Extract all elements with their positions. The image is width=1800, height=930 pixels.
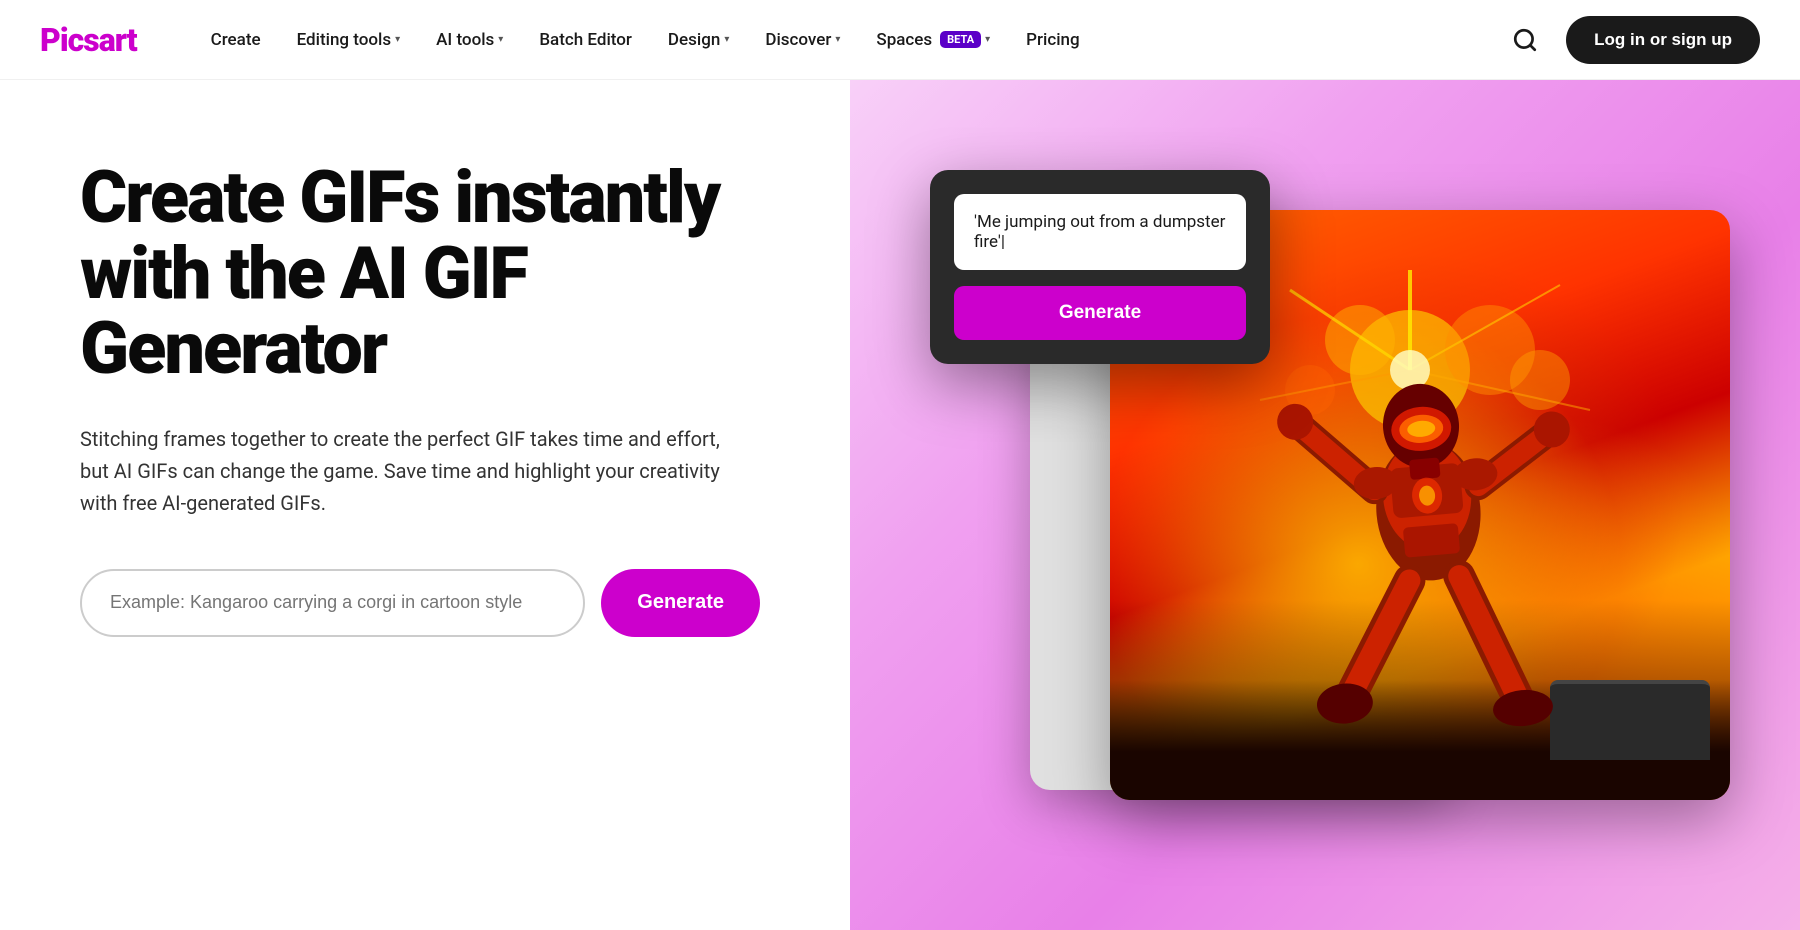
nav-item-pricing[interactable]: Pricing — [1012, 22, 1094, 58]
ai-dialog-card: 'Me jumping out from a dumpster fire'| G… — [930, 170, 1270, 364]
nav-label-discover: Discover — [765, 30, 831, 50]
generate-row: Generate — [80, 569, 760, 637]
nav-label-ai-tools: AI tools — [436, 30, 494, 50]
nav-label-pricing: Pricing — [1026, 30, 1080, 50]
login-button[interactable]: Log in or sign up — [1566, 16, 1760, 64]
navbar: Picsart Create Editing tools ▾ AI tools … — [0, 0, 1800, 80]
ai-generate-button[interactable]: Generate — [954, 286, 1246, 340]
search-button[interactable] — [1504, 19, 1546, 61]
generate-button[interactable]: Generate — [601, 569, 760, 637]
right-panel: 'Me jumping out from a dumpster fire'| G… — [850, 80, 1800, 930]
hero-title: Create GIFs instantly with the AI GIF Ge… — [80, 160, 770, 387]
nav-label-batch-editor: Batch Editor — [539, 30, 632, 50]
nav-item-ai-tools[interactable]: AI tools ▾ — [422, 22, 517, 58]
nav-label-create: Create — [211, 30, 261, 50]
picsart-logo[interactable]: Picsart — [40, 21, 137, 59]
main-content: Create GIFs instantly with the AI GIF Ge… — [0, 80, 1800, 930]
nav-label-spaces: Spaces — [876, 30, 932, 50]
nav-item-design[interactable]: Design ▾ — [654, 22, 743, 58]
chevron-down-icon: ▾ — [835, 34, 840, 45]
chevron-down-icon: ▾ — [985, 34, 990, 45]
hero-subtitle: Stitching frames together to create the … — [80, 423, 750, 519]
nav-label-editing-tools: Editing tools — [297, 30, 392, 50]
nav-item-create[interactable]: Create — [197, 22, 275, 58]
nav-item-batch-editor[interactable]: Batch Editor — [525, 22, 646, 58]
search-icon — [1512, 27, 1538, 53]
chevron-down-icon: ▾ — [395, 34, 400, 45]
action-figure-svg — [1257, 297, 1616, 783]
nav-item-spaces[interactable]: Spaces BETA ▾ — [862, 22, 1004, 58]
nav-links: Create Editing tools ▾ AI tools ▾ Batch … — [197, 22, 1505, 58]
nav-item-discover[interactable]: Discover ▾ — [751, 22, 854, 58]
nav-label-design: Design — [668, 30, 720, 50]
prompt-input[interactable] — [80, 569, 585, 637]
beta-badge: BETA — [940, 31, 981, 48]
chevron-down-icon: ▾ — [724, 34, 729, 45]
chevron-down-icon: ▾ — [498, 34, 503, 45]
nav-right: Log in or sign up — [1504, 16, 1760, 64]
nav-item-editing-tools[interactable]: Editing tools ▾ — [283, 22, 415, 58]
left-panel: Create GIFs instantly with the AI GIF Ge… — [0, 80, 850, 930]
ai-prompt-text: 'Me jumping out from a dumpster fire'| — [954, 194, 1246, 270]
